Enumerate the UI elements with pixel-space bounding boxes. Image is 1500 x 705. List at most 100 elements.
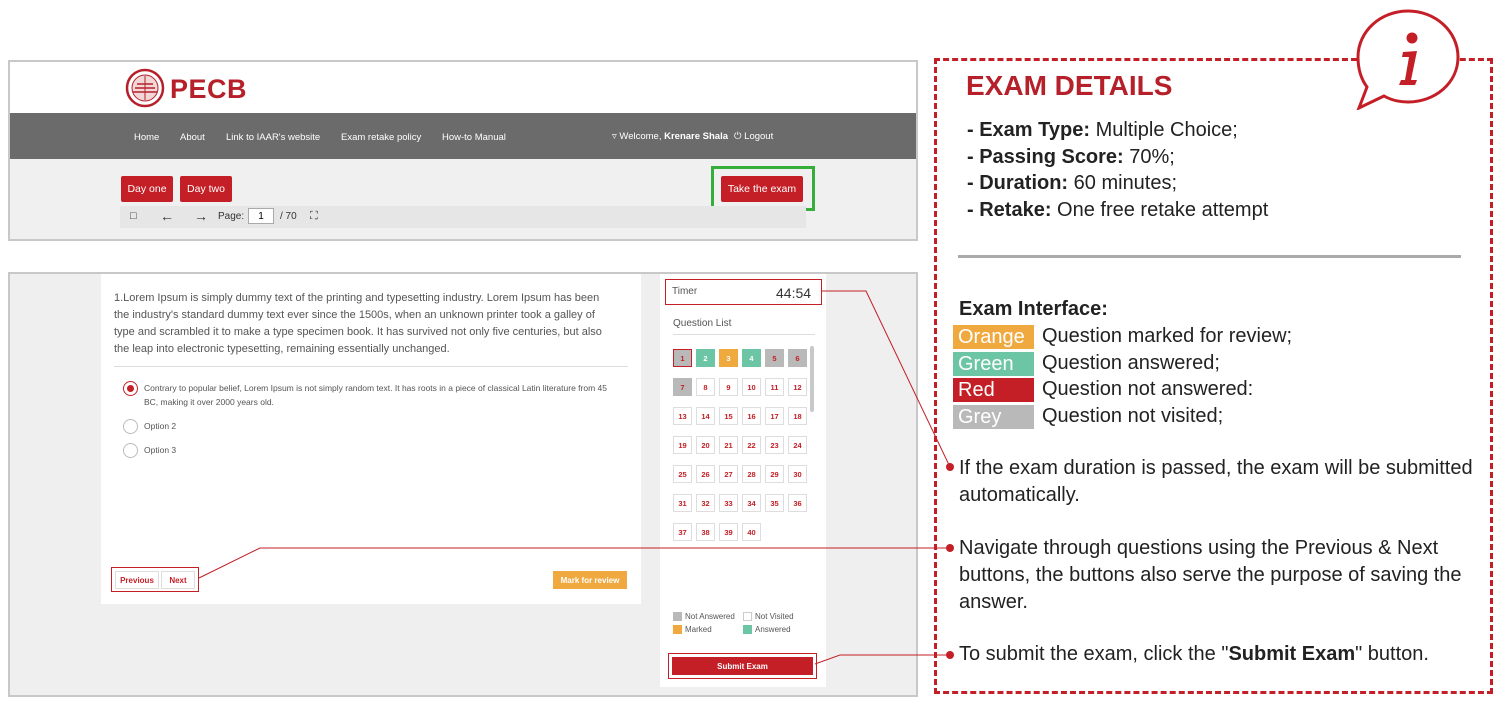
question-number-button[interactable]: 36 bbox=[788, 494, 807, 512]
next-page-arrow-icon[interactable]: → bbox=[194, 208, 208, 224]
legend-marked: Marked bbox=[673, 625, 712, 634]
detail-value: 70%; bbox=[1129, 146, 1175, 168]
page-number-input[interactable] bbox=[248, 208, 274, 224]
legend-label: Answered bbox=[755, 625, 791, 634]
radio-selected-icon[interactable] bbox=[123, 381, 138, 396]
question-number-button[interactable]: 15 bbox=[719, 407, 738, 425]
white-swatch bbox=[743, 612, 752, 621]
logout-link[interactable]: ⏻ Logout bbox=[734, 131, 773, 142]
nav-about-link[interactable]: About bbox=[180, 132, 205, 143]
nav-howto-link[interactable]: How-to Manual bbox=[442, 132, 506, 143]
timer-value: 44:54 bbox=[776, 285, 812, 301]
question-number-button[interactable]: 17 bbox=[765, 407, 784, 425]
detail-key: - Retake: bbox=[967, 199, 1052, 221]
question-number-button[interactable]: 8 bbox=[696, 378, 715, 396]
submit-exam-button[interactable]: Submit Exam bbox=[672, 657, 813, 675]
exam-screen-panel: 1.Lorem Ipsum is simply dummy text of th… bbox=[8, 272, 918, 697]
question-number-button[interactable]: 13 bbox=[673, 407, 692, 425]
question-number-button[interactable]: 14 bbox=[696, 407, 715, 425]
question-number-button[interactable]: 33 bbox=[719, 494, 738, 512]
legend-answered: Answered bbox=[743, 625, 791, 634]
question-number-button[interactable]: 11 bbox=[765, 378, 784, 396]
answer-option-3[interactable]: Option 3 bbox=[123, 443, 176, 458]
detail-key: - Passing Score: bbox=[967, 146, 1124, 168]
question-number-button[interactable]: 9 bbox=[719, 378, 738, 396]
question-number-button[interactable]: 7 bbox=[673, 378, 692, 396]
question-number-button[interactable]: 3 bbox=[719, 349, 738, 367]
callout-dot bbox=[946, 544, 954, 552]
question-card: 1.Lorem Ipsum is simply dummy text of th… bbox=[101, 274, 641, 604]
question-number-button[interactable]: 40 bbox=[742, 523, 761, 541]
welcome-prefix: Welcome, bbox=[619, 131, 662, 142]
day-one-button[interactable]: Day one bbox=[121, 176, 173, 202]
question-number-button[interactable]: 35 bbox=[765, 494, 784, 512]
exam-interface-title: Exam Interface: bbox=[959, 298, 1108, 320]
orange-swatch bbox=[673, 625, 682, 634]
legend-not-visited: Not Visited bbox=[743, 612, 794, 621]
answer-option-2[interactable]: Option 2 bbox=[123, 419, 176, 434]
orange-chip: Orange bbox=[953, 325, 1034, 349]
question-number-button[interactable]: 2 bbox=[696, 349, 715, 367]
question-number-button[interactable]: 10 bbox=[742, 378, 761, 396]
question-number-button[interactable]: 26 bbox=[696, 465, 715, 483]
question-number-button[interactable]: 39 bbox=[719, 523, 738, 541]
question-number-button[interactable]: 24 bbox=[788, 436, 807, 454]
previous-page-arrow-icon[interactable]: ← bbox=[160, 208, 174, 224]
green-description: Question answered; bbox=[1042, 352, 1220, 374]
legend-not-answered: Not Answered bbox=[673, 612, 735, 621]
question-grid: 1 2 3 4 5 6 7 8 9 10 11 12 13 14 15 16 17 18 19 20 21 22 23 24 2… bbox=[673, 349, 813, 549]
detail-exam-type: - Exam Type: Multiple Choice; bbox=[967, 119, 1238, 142]
question-number-button[interactable]: 34 bbox=[742, 494, 761, 512]
answer-option-text: Option 3 bbox=[144, 445, 177, 455]
brand-name: PECB bbox=[170, 74, 248, 104]
detail-value: One free retake attempt bbox=[1057, 199, 1269, 221]
question-number-button[interactable]: 6 bbox=[788, 349, 807, 367]
nav-home-link[interactable]: Home bbox=[134, 132, 159, 143]
day-two-button[interactable]: Day two bbox=[180, 176, 232, 202]
question-number-button[interactable]: 5 bbox=[765, 349, 784, 367]
answer-option-1[interactable]: Contrary to popular belief, Lorem Ipsum … bbox=[123, 381, 613, 409]
question-number-button[interactable]: 4 bbox=[742, 349, 761, 367]
question-number-button[interactable]: 22 bbox=[742, 436, 761, 454]
question-list-scrollbar[interactable] bbox=[810, 346, 814, 412]
question-list-label: Question List bbox=[673, 318, 732, 329]
fullscreen-icon[interactable]: ⛶ bbox=[310, 210, 318, 223]
question-number-button[interactable]: 27 bbox=[719, 465, 738, 483]
nav-iaar-link[interactable]: Link to IAAR's website bbox=[226, 132, 320, 143]
grey-description: Question not visited; bbox=[1042, 405, 1224, 427]
question-number-button[interactable]: 1 bbox=[673, 349, 692, 367]
question-number-button[interactable]: 12 bbox=[788, 378, 807, 396]
question-number-button[interactable]: 37 bbox=[673, 523, 692, 541]
question-number-button[interactable]: 31 bbox=[673, 494, 692, 512]
question-number-button[interactable]: 29 bbox=[765, 465, 784, 483]
question-number-button[interactable]: 20 bbox=[696, 436, 715, 454]
sidebar-toggle-icon[interactable]: □ bbox=[130, 210, 137, 222]
question-number-button[interactable]: 19 bbox=[673, 436, 692, 454]
question-number-button[interactable]: 25 bbox=[673, 465, 692, 483]
radio-icon[interactable] bbox=[123, 443, 138, 458]
question-number-button[interactable]: 28 bbox=[742, 465, 761, 483]
next-button[interactable]: Next bbox=[161, 571, 195, 589]
detail-value: Multiple Choice; bbox=[1095, 119, 1238, 141]
previous-button[interactable]: Previous bbox=[115, 571, 159, 589]
radio-icon[interactable] bbox=[123, 419, 138, 434]
question-number-button[interactable]: 16 bbox=[742, 407, 761, 425]
question-sidebar: Timer 44:54 Question List 1 2 3 4 5 6 7 8 9 10 11 1… bbox=[660, 274, 826, 687]
pecb-logo-icon bbox=[125, 68, 165, 108]
power-icon: ⏻ bbox=[734, 131, 742, 142]
question-number-button[interactable]: 21 bbox=[719, 436, 738, 454]
legend-label: Not Answered bbox=[685, 612, 735, 621]
note-submit-prefix: To submit the exam, click the " bbox=[959, 643, 1229, 665]
nav-retake-policy-link[interactable]: Exam retake policy bbox=[341, 132, 421, 143]
question-number-button[interactable]: 32 bbox=[696, 494, 715, 512]
question-number-button[interactable]: 38 bbox=[696, 523, 715, 541]
red-chip: Red bbox=[953, 378, 1034, 402]
question-number-button[interactable]: 23 bbox=[765, 436, 784, 454]
welcome-user[interactable]: ▿ Welcome, Krenare Shala bbox=[612, 131, 728, 142]
note-submit-suffix: " button. bbox=[1355, 643, 1429, 665]
take-exam-button[interactable]: Take the exam bbox=[721, 176, 803, 202]
brand-bar: PECB bbox=[10, 62, 916, 113]
mark-for-review-button[interactable]: Mark for review bbox=[553, 571, 627, 589]
question-number-button[interactable]: 30 bbox=[788, 465, 807, 483]
question-number-button[interactable]: 18 bbox=[788, 407, 807, 425]
